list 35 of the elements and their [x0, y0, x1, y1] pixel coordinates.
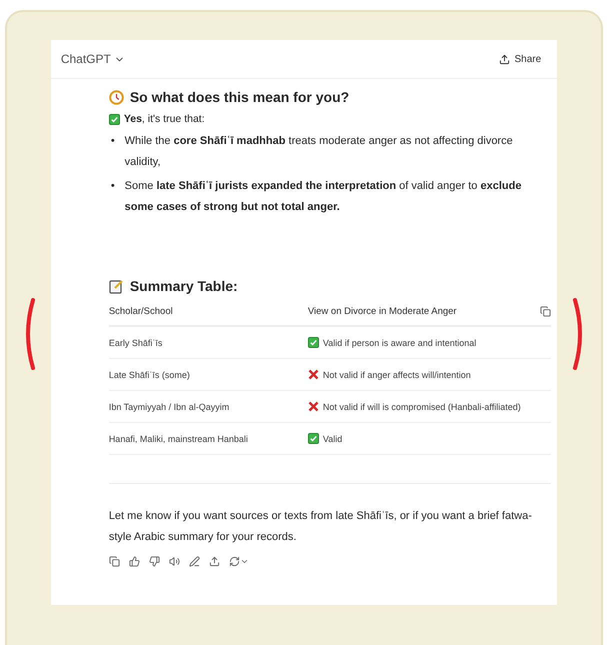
share-button[interactable]: Share: [499, 54, 542, 64]
pen-icon[interactable]: [188, 556, 200, 567]
column-header: View on Divorce in Moderate Anger: [308, 306, 457, 317]
copy-icon[interactable]: [540, 306, 552, 317]
closing-paragraph: Let me know if you want sources or texts from late Shāfiʿīs, or if you want a brief fatwa-style Arabic summary for your records.: [108, 483, 552, 548]
table-cell: Early Shāfiʿīs: [108, 338, 162, 348]
share-icon: [499, 54, 510, 64]
bullet-marker: •: [110, 179, 115, 194]
regenerate-icon[interactable]: [228, 556, 249, 567]
table-cell: Not valid if anger affects will/intention: [322, 370, 471, 380]
table-cell: Valid if person is aware and intentional: [322, 338, 476, 348]
bullet-point: Some late Shāfiʿī jurists expanded the interpretation of valid anger to exclude some cases of strong but not total anger.: [124, 179, 522, 215]
table-cell: Not valid if will is compromised (Hanbali-affiliated): [322, 402, 521, 412]
intro-text: Yes, it's true that:: [124, 113, 205, 125]
table-cell: Ibn Taymiyyah / Ibn al-Qayyim: [108, 402, 230, 412]
speaker-icon[interactable]: [168, 556, 180, 567]
bullet-marker: •: [110, 134, 115, 149]
memo-icon: [108, 278, 124, 294]
model-selector[interactable]: ChatGPT: [60, 52, 125, 66]
thumbs-up-icon[interactable]: [128, 556, 140, 567]
share-icon[interactable]: [208, 556, 220, 567]
check-mark-icon: [108, 114, 120, 124]
cross-mark-icon: [308, 401, 319, 412]
column-header: Scholar/School: [108, 298, 308, 326]
table-cell: Hanafi, Maliki, mainstream Hanbali: [108, 434, 248, 444]
summary-heading: Summary Table:: [130, 278, 238, 294]
cross-mark-icon: [308, 369, 319, 380]
table-cell: Valid: [322, 434, 342, 444]
check-mark-icon: [308, 433, 319, 444]
table-cell: Late Shāfiʿīs (some): [108, 370, 190, 380]
thumbs-down-icon[interactable]: [148, 556, 160, 567]
section-heading: So what does this mean for you?: [130, 89, 350, 105]
copy-icon[interactable]: [108, 556, 120, 567]
clock-icon: [108, 90, 124, 104]
check-mark-icon: [308, 337, 319, 348]
